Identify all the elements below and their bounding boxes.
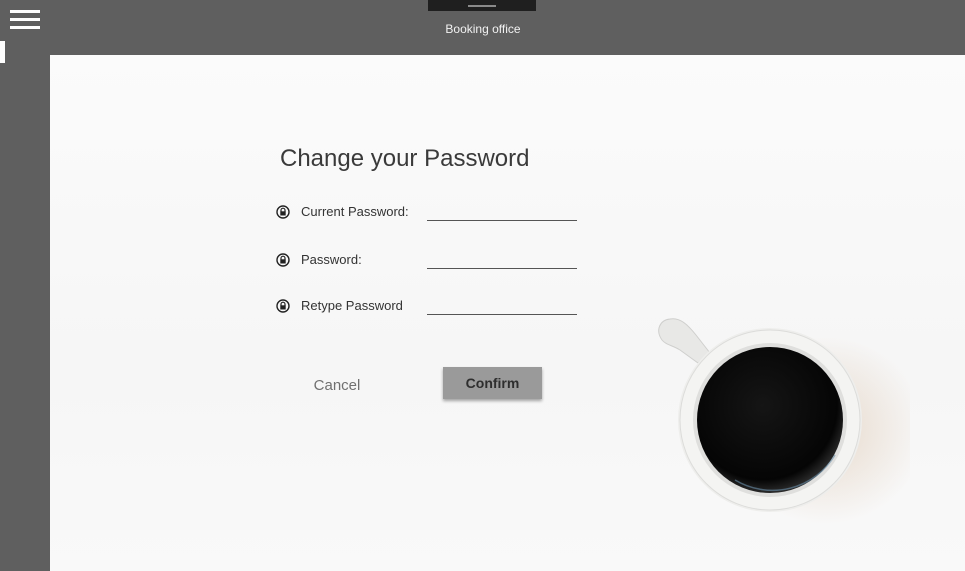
password-label: Password: bbox=[301, 252, 362, 267]
retype-password-row: Retype Password bbox=[275, 294, 635, 318]
hamburger-menu-icon[interactable] bbox=[10, 10, 40, 30]
current-password-input[interactable] bbox=[427, 200, 577, 221]
password-input[interactable] bbox=[427, 248, 577, 269]
retype-password-label: Retype Password bbox=[301, 298, 403, 313]
nav-selection-indicator bbox=[0, 41, 5, 63]
page-title: Change your Password bbox=[280, 145, 530, 172]
current-password-label: Current Password: bbox=[301, 204, 409, 219]
password-row: Password: bbox=[275, 248, 635, 272]
confirm-button[interactable]: Confirm bbox=[443, 367, 542, 399]
current-password-row: Current Password: bbox=[275, 200, 635, 224]
title-bar: Booking office bbox=[50, 0, 965, 55]
app-title: Booking office bbox=[445, 22, 521, 36]
coffee-cup-image bbox=[658, 318, 910, 525]
lock-icon bbox=[276, 299, 290, 313]
sidebar bbox=[0, 0, 50, 571]
lock-icon bbox=[276, 253, 290, 267]
lock-icon bbox=[276, 205, 290, 219]
main-content: Change your Password Current Password: P… bbox=[50, 55, 965, 571]
retype-password-input[interactable] bbox=[427, 294, 577, 315]
logo-tab bbox=[428, 0, 536, 11]
cancel-button[interactable]: Cancel bbox=[300, 373, 374, 397]
